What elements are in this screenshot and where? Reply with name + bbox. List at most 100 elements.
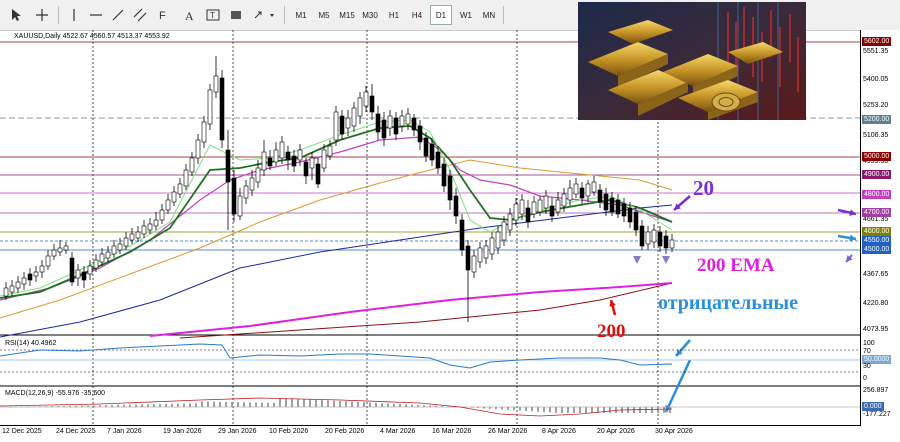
macd-histogram-bar — [195, 403, 197, 407]
macd-histogram-bar — [231, 402, 233, 407]
ema-fast-line — [0, 125, 673, 299]
macd-histogram-bar — [483, 407, 485, 409]
date-label: 10 Feb 2026 — [269, 428, 309, 435]
timeframe-m30[interactable]: M30 — [359, 5, 381, 25]
vertical-line-icon[interactable] — [64, 5, 84, 25]
macd-histogram-bar — [429, 405, 431, 407]
arrows-dropdown-icon[interactable] — [250, 5, 280, 25]
timeframe-m1[interactable]: M1 — [290, 5, 312, 25]
ema20-annotation: 20 — [693, 176, 714, 200]
ma100-line — [0, 204, 673, 338]
candle-body — [489, 237, 495, 255]
shapes-icon[interactable] — [226, 5, 246, 25]
candle-body — [345, 117, 351, 129]
macd-histogram-bar — [327, 400, 329, 407]
macd-histogram-bar — [663, 407, 665, 413]
macd-histogram-bar — [153, 404, 155, 407]
candle-body — [111, 245, 117, 255]
date-axis[interactable]: 12 Dec 2025 24 Dec 2025 7 Jan 2026 19 Jan 2… — [0, 425, 860, 442]
macd-level-label: 0.000 — [862, 402, 884, 411]
macd-histogram-bar — [435, 405, 437, 407]
macd-histogram-bar — [321, 400, 323, 407]
macd-histogram-bar — [273, 402, 275, 407]
macd-histogram-bar — [99, 405, 101, 407]
chart-header: XAUUSD,Daily 4522.67 4560.57 4513.37 455… — [14, 33, 170, 40]
price-level-tag: 5200.00 — [862, 115, 892, 124]
crosshair-icon[interactable] — [32, 5, 52, 25]
macd-histogram-bar — [393, 403, 395, 407]
macd-histogram-bar — [39, 406, 41, 407]
candle-body — [225, 149, 231, 183]
price-level-tag: 4500.00 — [862, 245, 892, 254]
macd-histogram-bar — [21, 406, 23, 408]
macd-histogram-bar — [507, 407, 509, 410]
macd-histogram-bar — [267, 402, 269, 407]
price-axis[interactable]: 5551.35 5400.05 5253.20 5106.35 4959.50 4661.… — [860, 30, 900, 426]
horizontal-line-icon[interactable] — [86, 5, 106, 25]
candle-body — [453, 195, 459, 217]
candle-body — [651, 229, 657, 243]
timeframe-m15[interactable]: M15 — [336, 5, 358, 25]
date-label: 16 Mar 2026 — [432, 428, 472, 435]
macd-histogram-bar — [537, 407, 539, 412]
timeframe-h4[interactable]: H4 — [406, 5, 428, 25]
candle-body — [543, 195, 549, 209]
macd-histogram-bar — [591, 407, 593, 413]
ema200-annotation: 200 EMA — [697, 255, 775, 276]
candle-body — [15, 281, 21, 289]
rsi-level-label: 30 — [863, 363, 871, 370]
candle-body — [531, 201, 537, 215]
macd-histogram-bar — [375, 402, 377, 407]
candle-body — [519, 199, 525, 215]
macd-histogram-bar — [351, 401, 353, 407]
negative-annotation: отрицательные — [658, 292, 798, 314]
candle-body — [333, 111, 339, 141]
price-level-tag: 4550.00 — [862, 236, 892, 245]
candle-body — [267, 157, 273, 167]
date-label: 29 Jan 2026 — [218, 428, 257, 435]
price-label: 5551.35 — [863, 48, 889, 55]
macd-histogram-bar — [279, 398, 281, 407]
candle-body — [315, 163, 321, 185]
timeframe-d1[interactable]: D1 — [430, 5, 452, 25]
timeframe-h1[interactable]: H1 — [383, 5, 405, 25]
candle-body — [621, 203, 627, 217]
price-level-tag: 5602.00 — [862, 37, 892, 46]
trendline-icon[interactable] — [108, 5, 128, 25]
candle-body — [261, 151, 267, 171]
timeframe-m5[interactable]: M5 — [313, 5, 335, 25]
candle-body — [309, 157, 315, 169]
macd-histogram-bar — [243, 402, 245, 407]
macd-histogram-bar — [387, 403, 389, 407]
candle-body — [537, 199, 543, 213]
macd-histogram-bar — [501, 407, 503, 410]
macd-histogram-bar — [567, 407, 569, 413]
candle-body — [279, 141, 285, 159]
candle-body — [243, 185, 249, 199]
candle-body — [597, 189, 603, 203]
candle-body — [123, 237, 129, 247]
candle-body — [129, 233, 135, 241]
macd-histogram-bar — [45, 406, 47, 407]
candle-body — [549, 205, 555, 217]
macd-histogram-bar — [51, 406, 53, 407]
macd-histogram-bar — [549, 407, 551, 413]
cursor-icon[interactable] — [6, 5, 26, 25]
fibonacci-icon[interactable]: F — [155, 5, 175, 25]
timeframe-mn[interactable]: MN — [478, 5, 500, 25]
macd-histogram-bar — [333, 400, 335, 407]
candle-body — [573, 183, 579, 195]
text-tool-icon[interactable]: A — [180, 5, 200, 25]
svg-text:T: T — [210, 11, 215, 20]
candle-body — [501, 221, 507, 241]
timeframe-w1[interactable]: W1 — [455, 5, 477, 25]
candle-body — [69, 257, 75, 283]
macd-histogram-bar — [15, 406, 17, 408]
macd-histogram-bar — [417, 404, 419, 407]
candle-body — [393, 117, 399, 135]
candle-body — [87, 265, 93, 275]
text-label-icon[interactable]: T — [203, 5, 223, 25]
channel-icon[interactable] — [130, 5, 150, 25]
macd-histogram-bar — [9, 407, 11, 408]
macd-histogram-bar — [117, 404, 119, 407]
